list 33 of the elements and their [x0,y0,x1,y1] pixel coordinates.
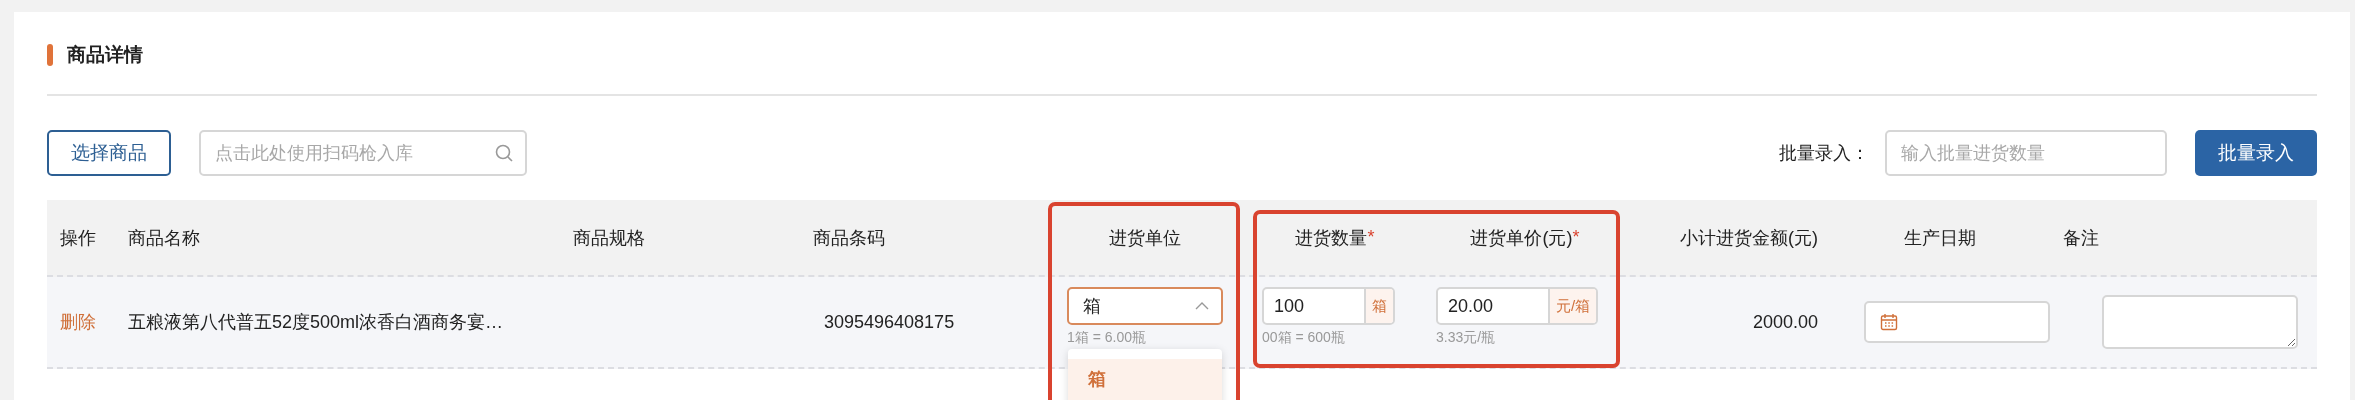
production-date-field[interactable] [1864,301,2050,343]
column-header: 进货数量 [1295,226,1368,250]
column-header: 备注 [2063,226,2099,250]
unit-price-hint: 3.33元/瓶 [1436,329,1497,347]
unit-conversion-hint: 1箱 = 6.00瓶 [1067,329,1147,347]
section-title: 商品详情 [67,43,143,67]
calendar-icon [1880,313,1898,331]
barcode: 3095496408175 [824,311,955,333]
title-accent-bar [47,44,53,66]
search-icon [495,144,513,162]
required-mark: * [1572,227,1580,247]
price-input[interactable]: 20.00 元/箱 [1436,287,1599,325]
quantity-input[interactable]: 100 箱 [1262,287,1395,325]
column-header: 进货单价(元) [1470,226,1573,250]
column-header: 商品条码 [813,226,885,250]
batch-entry-label: 批量录入： [1779,142,1869,165]
select-product-button[interactable]: 选择商品 [47,130,171,176]
batch-quantity-field[interactable]: 输入批量进货数量 [1885,130,2167,176]
subtotal-amount: 2000.00 [1752,311,1818,333]
column-header: 小计进货金额(元) [1680,226,1818,250]
remark-field[interactable] [2102,295,2298,349]
column-header: 生产日期 [1904,226,1976,250]
unit-select[interactable]: 箱 [1067,287,1223,325]
column-header: 商品规格 [573,226,645,250]
column-header: 操作 [60,226,96,250]
product-name: 五粮液第八代普五52度500ml浓香白酒商务宴… [128,311,504,334]
column-header: 进货单位 [1109,226,1181,250]
chevron-icon [1195,302,1209,310]
required-mark: * [1367,227,1375,248]
quantity-hint: 00箱 = 600瓶 [1262,329,1346,347]
column-header: 商品名称 [128,226,200,250]
batch-entry-button[interactable]: 批量录入 [2195,130,2317,176]
scan-search-field[interactable]: 点击此处使用扫码枪入库 [199,130,527,176]
